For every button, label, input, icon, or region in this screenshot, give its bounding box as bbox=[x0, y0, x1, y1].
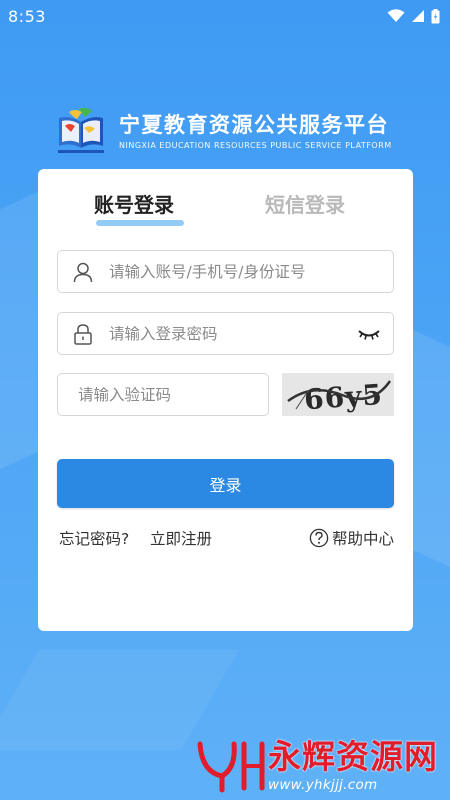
background-shape bbox=[0, 650, 239, 750]
password-input[interactable] bbox=[109, 324, 357, 343]
platform-subtitle: NINGXIA EDUCATION RESOURCES PUBLIC SERVI… bbox=[119, 141, 392, 150]
login-card: 账号登录 短信登录 66y5 bbox=[38, 169, 413, 631]
login-links: 忘记密码? 立即注册 帮助中心 bbox=[59, 527, 394, 551]
brand-header: 宁夏教育资源公共服务平台 NINGXIA EDUCATION RESOURCES… bbox=[55, 106, 400, 156]
account-input[interactable] bbox=[109, 262, 393, 281]
forgot-password-link[interactable]: 忘记密码? bbox=[59, 527, 129, 549]
help-circle-icon bbox=[309, 528, 329, 548]
password-field bbox=[57, 312, 394, 355]
watermark-url: www.yhkjjj.com bbox=[268, 777, 378, 793]
status-bar: 8:53 bbox=[0, 0, 450, 32]
site-watermark: 永辉资源网 www.yhkjjj.com bbox=[196, 738, 450, 800]
wifi-icon bbox=[387, 9, 405, 22]
active-tab-indicator bbox=[96, 220, 184, 226]
status-icons bbox=[387, 8, 440, 24]
signal-icon bbox=[412, 10, 424, 22]
status-time: 8:53 bbox=[8, 6, 46, 26]
captcha-field bbox=[57, 373, 274, 416]
captcha-input[interactable] bbox=[78, 385, 274, 404]
platform-title: 宁夏教育资源公共服务平台 bbox=[119, 113, 389, 137]
user-icon bbox=[73, 262, 93, 282]
lock-icon bbox=[74, 323, 92, 345]
login-tabs: 账号登录 短信登录 bbox=[38, 189, 413, 229]
tab-account-login[interactable]: 账号登录 bbox=[94, 189, 174, 218]
captcha-image[interactable]: 66y5 bbox=[282, 373, 394, 416]
watermark-title: 永辉资源网 bbox=[268, 737, 438, 776]
eye-closed-icon[interactable] bbox=[357, 326, 381, 342]
battery-icon bbox=[431, 8, 440, 23]
help-center-link[interactable]: 帮助中心 bbox=[309, 527, 394, 549]
tab-sms-login[interactable]: 短信登录 bbox=[265, 189, 345, 218]
watermark-logo-icon bbox=[197, 741, 265, 793]
help-center-label: 帮助中心 bbox=[331, 530, 394, 548]
account-field bbox=[57, 250, 394, 293]
register-link[interactable]: 立即注册 bbox=[150, 527, 212, 549]
platform-logo-icon bbox=[58, 107, 104, 153]
login-button[interactable]: 登录 bbox=[57, 459, 394, 508]
